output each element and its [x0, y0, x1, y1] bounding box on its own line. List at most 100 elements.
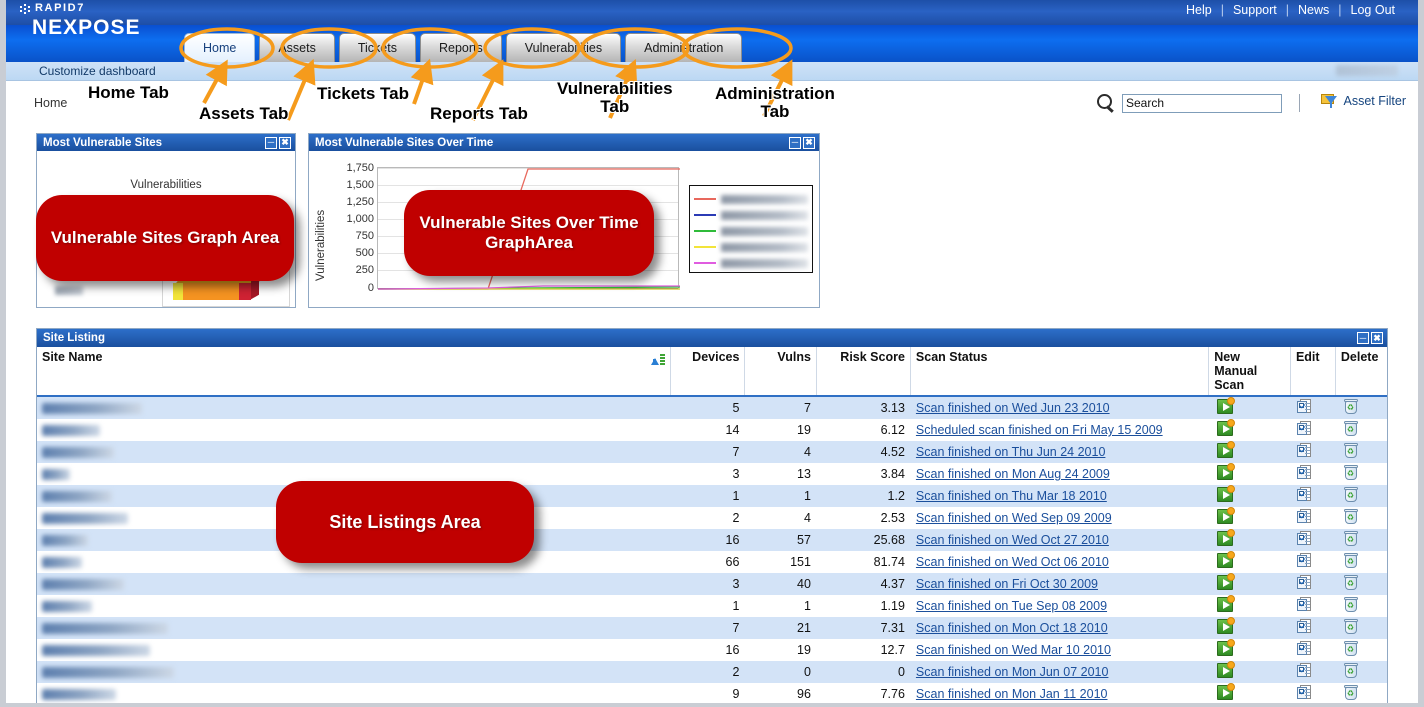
search-input[interactable]: [1122, 93, 1282, 113]
edit-site-icon[interactable]: [1296, 531, 1312, 546]
delete-site-icon[interactable]: ♻: [1343, 575, 1358, 590]
cell-delete[interactable]: ♻: [1335, 441, 1387, 463]
tab-assets[interactable]: Assets: [259, 33, 335, 62]
cell-scan-status[interactable]: Scan finished on Mon Jan 11 2010: [910, 683, 1209, 703]
column-header-vulns[interactable]: Vulns: [744, 347, 817, 397]
column-header-risk-score[interactable]: Risk Score: [816, 347, 911, 397]
table-row[interactable]: 7 4 4.52 Scan finished on Thu Jun 24 2010 ♻: [37, 441, 1387, 463]
start-scan-icon[interactable]: [1217, 551, 1236, 568]
cell-edit[interactable]: [1290, 529, 1336, 551]
cell-edit[interactable]: [1290, 617, 1336, 639]
cell-scan-status[interactable]: Scan finished on Wed Jun 23 2010: [910, 396, 1209, 419]
cell-new-manual-scan[interactable]: [1208, 507, 1291, 529]
cell-delete[interactable]: ♻: [1335, 463, 1387, 485]
start-scan-icon[interactable]: [1217, 507, 1236, 524]
cell-edit[interactable]: [1290, 463, 1336, 485]
cell-new-manual-scan[interactable]: [1208, 529, 1291, 551]
cell-site-name[interactable]: [37, 639, 671, 661]
column-header-site-name[interactable]: Site Name: [37, 347, 671, 397]
news-link[interactable]: News: [1289, 3, 1338, 17]
table-row[interactable]: 66 151 81.74 Scan finished on Wed Oct 06 20…: [37, 551, 1387, 573]
edit-site-icon[interactable]: [1296, 663, 1312, 678]
column-header-new-manual-scan[interactable]: New Manual Scan: [1208, 347, 1291, 397]
close-icon[interactable]: ✖: [1371, 332, 1383, 344]
table-row[interactable]: 3 13 3.84 Scan finished on Mon Aug 24 2009 ♻: [37, 463, 1387, 485]
edit-site-icon[interactable]: [1296, 641, 1312, 656]
delete-site-icon[interactable]: ♻: [1343, 597, 1358, 612]
delete-site-icon[interactable]: ♻: [1343, 685, 1358, 700]
cell-scan-status[interactable]: Scan finished on Wed Oct 06 2010: [910, 551, 1209, 573]
start-scan-icon[interactable]: [1217, 661, 1236, 678]
scan-status-link[interactable]: Scan finished on Mon Jun 07 2010: [916, 665, 1109, 679]
edit-site-icon[interactable]: [1296, 619, 1312, 634]
sort-ascending-icon[interactable]: [650, 351, 665, 365]
start-scan-icon[interactable]: [1217, 397, 1236, 414]
cell-new-manual-scan[interactable]: [1208, 485, 1291, 507]
table-row[interactable]: 1 1 1.19 Scan finished on Tue Sep 08 2009 ♻: [37, 595, 1387, 617]
tab-administration[interactable]: Administration: [625, 33, 743, 62]
cell-edit[interactable]: [1290, 639, 1336, 661]
scan-status-link[interactable]: Scan finished on Thu Mar 18 2010: [916, 489, 1107, 503]
cell-site-name[interactable]: [37, 683, 671, 703]
edit-site-icon[interactable]: [1296, 575, 1312, 590]
edit-site-icon[interactable]: [1296, 553, 1312, 568]
cell-edit[interactable]: [1290, 485, 1336, 507]
start-scan-icon[interactable]: [1217, 573, 1236, 590]
scan-status-link[interactable]: Scan finished on Wed Jun 23 2010: [916, 401, 1110, 415]
table-row[interactable]: 1 1 1.2 Scan finished on Thu Mar 18 2010 ♻: [37, 485, 1387, 507]
scan-status-link[interactable]: Scan finished on Mon Aug 24 2009: [916, 467, 1110, 481]
cell-edit[interactable]: [1290, 683, 1336, 703]
cell-edit[interactable]: [1290, 551, 1336, 573]
asset-filter-button[interactable]: Asset Filter: [1321, 93, 1406, 108]
cell-scan-status[interactable]: Scan finished on Mon Aug 24 2009: [910, 463, 1209, 485]
cell-site-name[interactable]: [37, 396, 671, 419]
cell-site-name[interactable]: [37, 441, 671, 463]
cell-delete[interactable]: ♻: [1335, 617, 1387, 639]
table-row[interactable]: 5 7 3.13 Scan finished on Wed Jun 23 2010 ♻: [37, 396, 1387, 419]
scan-status-link[interactable]: Scan finished on Mon Oct 18 2010: [916, 621, 1108, 635]
cell-scan-status[interactable]: Scheduled scan finished on Fri May 15 20…: [910, 419, 1209, 441]
edit-site-icon[interactable]: [1296, 465, 1312, 480]
scan-status-link[interactable]: Scan finished on Tue Sep 08 2009: [916, 599, 1107, 613]
cell-new-manual-scan[interactable]: [1208, 551, 1291, 573]
tab-tickets[interactable]: Tickets: [338, 33, 416, 62]
cell-scan-status[interactable]: Scan finished on Fri Oct 30 2009: [910, 573, 1209, 595]
cell-edit[interactable]: [1290, 661, 1336, 683]
cell-scan-status[interactable]: Scan finished on Mon Jun 07 2010: [910, 661, 1209, 683]
tab-home[interactable]: Home: [184, 33, 256, 62]
scan-status-link[interactable]: Scan finished on Wed Mar 10 2010: [916, 643, 1111, 657]
cell-scan-status[interactable]: Scan finished on Tue Sep 08 2009: [910, 595, 1209, 617]
table-row[interactable]: 2 0 0 Scan finished on Mon Jun 07 2010 ♻: [37, 661, 1387, 683]
delete-site-icon[interactable]: ♻: [1343, 553, 1358, 568]
start-scan-icon[interactable]: [1217, 639, 1236, 656]
cell-site-name[interactable]: [37, 573, 671, 595]
cell-edit[interactable]: [1290, 507, 1336, 529]
cell-edit[interactable]: [1290, 419, 1336, 441]
scan-status-link[interactable]: Scan finished on Wed Sep 09 2009: [916, 511, 1112, 525]
cell-site-name[interactable]: [37, 617, 671, 639]
cell-delete[interactable]: ♻: [1335, 661, 1387, 683]
scan-status-link[interactable]: Scheduled scan finished on Fri May 15 20…: [916, 423, 1163, 437]
delete-site-icon[interactable]: ♻: [1343, 663, 1358, 678]
cell-scan-status[interactable]: Scan finished on Wed Sep 09 2009: [910, 507, 1209, 529]
cell-edit[interactable]: [1290, 595, 1336, 617]
cell-delete[interactable]: ♻: [1335, 551, 1387, 573]
cell-delete[interactable]: ♻: [1335, 485, 1387, 507]
cell-delete[interactable]: ♻: [1335, 419, 1387, 441]
cell-new-manual-scan[interactable]: [1208, 683, 1291, 703]
edit-site-icon[interactable]: [1296, 685, 1312, 700]
cell-new-manual-scan[interactable]: [1208, 617, 1291, 639]
delete-site-icon[interactable]: ♻: [1343, 465, 1358, 480]
delete-site-icon[interactable]: ♻: [1343, 421, 1358, 436]
support-link[interactable]: Support: [1224, 3, 1286, 17]
close-icon[interactable]: ✖: [803, 136, 815, 149]
cell-delete[interactable]: ♻: [1335, 639, 1387, 661]
delete-site-icon[interactable]: ♻: [1343, 487, 1358, 502]
edit-site-icon[interactable]: [1296, 399, 1312, 414]
edit-site-icon[interactable]: [1296, 443, 1312, 458]
start-scan-icon[interactable]: [1217, 463, 1236, 480]
delete-site-icon[interactable]: ♻: [1343, 509, 1358, 524]
minimize-icon[interactable]: ─: [1357, 332, 1369, 344]
scan-status-link[interactable]: Scan finished on Wed Oct 06 2010: [916, 555, 1109, 569]
tab-reports[interactable]: Reports: [419, 33, 502, 62]
